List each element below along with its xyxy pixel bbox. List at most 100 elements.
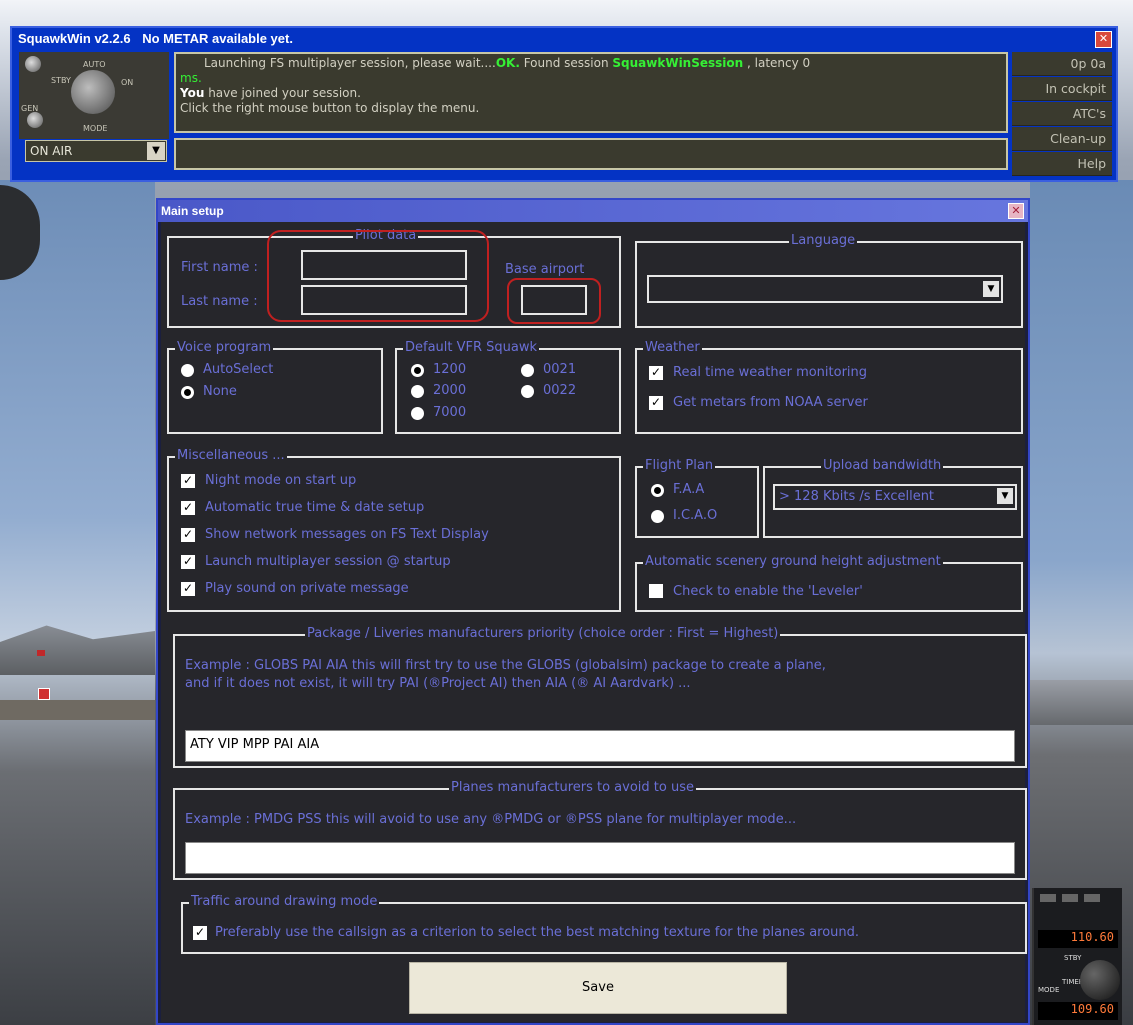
wing-tip bbox=[38, 688, 50, 700]
vfr-squawk-legend: Default VFR Squawk bbox=[403, 340, 540, 356]
upload-bandwidth-select[interactable]: > 128 Kbits /s Excellent ▼ bbox=[773, 484, 1017, 510]
radio-1200[interactable] bbox=[411, 364, 424, 377]
miscellaneous-legend: Miscellaneous ... bbox=[175, 448, 287, 464]
none-label: None bbox=[203, 384, 237, 399]
gen-knob[interactable] bbox=[27, 112, 43, 128]
network-messages-checkbox[interactable]: ✓ bbox=[181, 528, 195, 542]
squawk-0021-label: 0021 bbox=[543, 362, 577, 377]
save-button[interactable]: Save bbox=[409, 962, 787, 1014]
private-message-sound-label: Play sound on private message bbox=[205, 581, 409, 596]
liveries-priority-input[interactable]: ATY VIP MPP PAI AIA bbox=[185, 730, 1015, 762]
chevron-down-icon[interactable]: ▼ bbox=[983, 281, 999, 297]
traffic-group: Traffic around drawing mode ✓ Preferably… bbox=[181, 894, 1027, 954]
autoselect-label: AutoSelect bbox=[203, 362, 274, 377]
miscellaneous-group: Miscellaneous ... ✓ Night mode on start … bbox=[167, 448, 621, 612]
message-line-1: Launching FS multiplayer session, please… bbox=[180, 56, 1002, 71]
network-messages-label: Show network messages on FS Text Display bbox=[205, 527, 489, 542]
last-name-label: Last name : bbox=[181, 294, 258, 309]
first-name-label: First name : bbox=[181, 260, 258, 275]
radio-icao[interactable] bbox=[651, 510, 664, 523]
stby-label: STBY bbox=[1064, 954, 1082, 962]
radio-2000[interactable] bbox=[411, 385, 424, 398]
avoid-manufacturers-input[interactable] bbox=[185, 842, 1015, 874]
knob-label-gen: GEN bbox=[21, 104, 39, 113]
mode-select[interactable]: ON AIR ▼ bbox=[25, 140, 167, 162]
noaa-metars-label: Get metars from NOAA server bbox=[673, 395, 868, 410]
realtime-weather-label: Real time weather monitoring bbox=[673, 365, 868, 380]
flight-plan-legend: Flight Plan bbox=[643, 458, 716, 474]
clean-up-button[interactable]: Clean-up bbox=[1012, 127, 1112, 151]
message-text: Found session bbox=[519, 56, 613, 70]
weather-group: Weather ✓ Real time weather monitoring ✓… bbox=[635, 340, 1023, 434]
message-line-2: ms. bbox=[180, 71, 202, 85]
language-select[interactable]: ▼ bbox=[647, 275, 1003, 303]
session-name: SquawkWinSession bbox=[612, 56, 744, 70]
message-line-3: You have joined your session. bbox=[180, 86, 1002, 101]
main-setup-body: Pilot data First name : Last name : Base… bbox=[161, 222, 1027, 1022]
mode-knob[interactable] bbox=[71, 70, 115, 114]
avoid-example: Example : PMDG PSS this will avoid to us… bbox=[185, 812, 797, 827]
squawkwin-close-icon[interactable]: ✕ bbox=[1095, 31, 1112, 48]
knob-label-on: ON bbox=[121, 78, 134, 87]
squawkwin-titlebar: SquawkWin v2.2.6 No METAR available yet. bbox=[12, 28, 1116, 50]
hill-right bbox=[1030, 680, 1133, 725]
in-cockpit-button[interactable]: In cockpit bbox=[1012, 77, 1112, 101]
icao-label: I.C.A.O bbox=[673, 508, 718, 523]
highlight-annotation bbox=[267, 230, 489, 322]
red-light bbox=[37, 650, 45, 656]
help-button[interactable]: Help bbox=[1012, 152, 1112, 176]
squawk-1200-label: 1200 bbox=[433, 362, 467, 377]
message-text: Launching FS multiplayer session, please… bbox=[204, 56, 496, 70]
mode-label: MODE bbox=[1038, 986, 1060, 994]
callsign-texture-checkbox[interactable]: ✓ bbox=[193, 926, 207, 940]
atcs-button[interactable]: ATC's bbox=[1012, 102, 1112, 126]
liveries-group: Package / Liveries manufacturers priorit… bbox=[173, 626, 1027, 768]
upload-bandwidth-group: Upload bandwidth > 128 Kbits /s Excellen… bbox=[763, 458, 1023, 538]
leveler-legend: Automatic scenery ground height adjustme… bbox=[643, 554, 943, 570]
message-log[interactable]: Launching FS multiplayer session, please… bbox=[174, 52, 1008, 133]
radio-0022[interactable] bbox=[521, 385, 534, 398]
message-you: You bbox=[180, 86, 205, 100]
true-time-label: Automatic true time & date setup bbox=[205, 500, 425, 515]
message-line-4: Click the right mouse button to display … bbox=[180, 101, 480, 115]
night-mode-checkbox[interactable]: ✓ bbox=[181, 474, 195, 488]
knob-label-auto: AUTO bbox=[83, 60, 106, 69]
chevron-down-icon[interactable]: ▼ bbox=[147, 142, 165, 160]
base-airport-label: Base airport bbox=[505, 262, 585, 277]
app-title: SquawkWin v2.2.6 bbox=[18, 31, 131, 46]
liveries-legend: Package / Liveries manufacturers priorit… bbox=[305, 626, 781, 642]
upload-bandwidth-value: > 128 Kbits /s Excellent bbox=[779, 489, 935, 504]
scenery-left bbox=[0, 180, 155, 1025]
radio-0021[interactable] bbox=[521, 364, 534, 377]
avoid-group: Planes manufacturers to avoid to use Exa… bbox=[173, 780, 1027, 880]
main-setup-titlebar: Main setup bbox=[158, 200, 1028, 222]
command-input[interactable] bbox=[174, 138, 1008, 170]
squawk-0022-label: 0022 bbox=[543, 383, 577, 398]
liveries-example-line2: and if it does not exist, it will try PA… bbox=[185, 676, 691, 691]
noaa-metars-checkbox[interactable]: ✓ bbox=[649, 396, 663, 410]
radio-autoselect[interactable] bbox=[181, 364, 194, 377]
launch-multiplayer-checkbox[interactable]: ✓ bbox=[181, 555, 195, 569]
main-setup-close-icon[interactable]: ✕ bbox=[1008, 203, 1024, 219]
leveler-checkbox[interactable] bbox=[649, 584, 663, 598]
transponder-knob-panel: STBY AUTO ON GEN MODE bbox=[19, 52, 169, 139]
pilot-data-group: Pilot data First name : Last name : Base… bbox=[167, 228, 621, 328]
true-time-checkbox[interactable]: ✓ bbox=[181, 501, 195, 515]
radio-none[interactable] bbox=[181, 386, 194, 399]
cockpit-panel: 110.60 STBY TIMER MODE 109.60 bbox=[1032, 888, 1122, 1025]
message-ok: OK. bbox=[495, 56, 520, 70]
avoid-legend: Planes manufacturers to avoid to use bbox=[449, 780, 696, 796]
metar-status: No METAR available yet. bbox=[142, 31, 293, 46]
nav-readout: 109.60 bbox=[1038, 1002, 1118, 1020]
wind-readout-button[interactable]: 0p 0a bbox=[1012, 52, 1112, 76]
radio-7000[interactable] bbox=[411, 407, 424, 420]
realtime-weather-checkbox[interactable]: ✓ bbox=[649, 366, 663, 380]
language-group: Language ▼ bbox=[635, 233, 1023, 328]
cockpit-knob[interactable] bbox=[1080, 960, 1120, 1000]
radio-faa[interactable] bbox=[651, 484, 664, 497]
private-message-sound-checkbox[interactable]: ✓ bbox=[181, 582, 195, 596]
light-knob[interactable] bbox=[25, 56, 41, 72]
message-text: , latency 0 bbox=[743, 56, 811, 70]
knob-label-mode: MODE bbox=[83, 124, 108, 133]
chevron-down-icon[interactable]: ▼ bbox=[997, 488, 1013, 504]
